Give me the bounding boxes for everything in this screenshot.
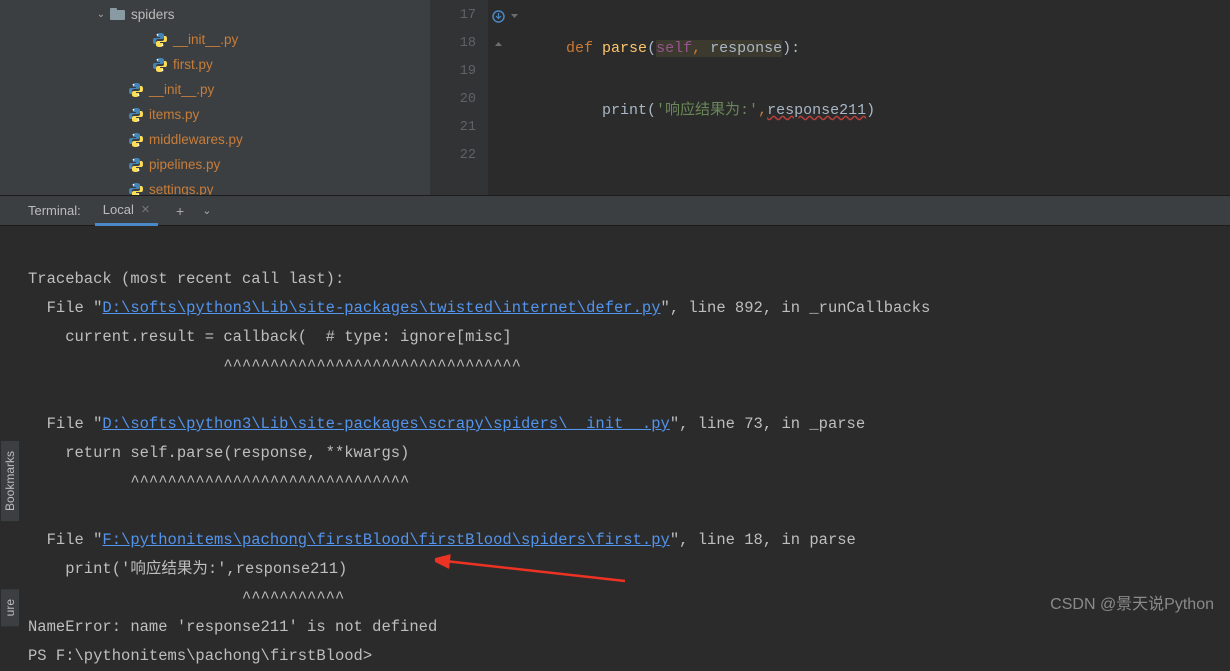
chevron-down-icon: ⌄ bbox=[96, 9, 106, 20]
watermark: CSDN @景天说Python bbox=[1050, 590, 1214, 614]
output-line: File " bbox=[28, 299, 102, 317]
output-prompt: PS F:\pythonitems\pachong\firstBlood> bbox=[28, 647, 372, 665]
collapse-icon[interactable] bbox=[508, 10, 521, 23]
chevron-down-icon[interactable]: ⌄ bbox=[202, 204, 211, 217]
line-number: 17 bbox=[430, 2, 488, 30]
output-line: File " bbox=[28, 415, 102, 433]
tree-file-first[interactable]: first.py bbox=[0, 52, 430, 77]
tree-file-items[interactable]: items.py bbox=[0, 102, 430, 127]
line-number: 20 bbox=[430, 86, 488, 114]
tab-label: Local bbox=[103, 202, 134, 217]
output-line: Traceback (most recent call last): bbox=[28, 270, 344, 288]
output-line: File " bbox=[28, 531, 102, 549]
python-file-icon bbox=[128, 132, 144, 148]
output-line: current.result = callback( # type: ignor… bbox=[28, 328, 512, 346]
line-number: 21 bbox=[430, 114, 488, 142]
tree-file-init[interactable]: __init__.py bbox=[0, 27, 430, 52]
code-editor[interactable]: 17 18 19 20 21 22 def parse(self, respon… bbox=[430, 0, 1230, 195]
side-tab-bookmarks[interactable]: Bookmarks bbox=[0, 440, 20, 522]
tree-label: middlewares.py bbox=[149, 132, 243, 147]
add-terminal-icon[interactable]: + bbox=[176, 203, 184, 219]
tree-file-pipelines[interactable]: pipelines.py bbox=[0, 152, 430, 177]
tree-label: first.py bbox=[173, 57, 213, 72]
side-tab-structure[interactable]: ure bbox=[0, 588, 20, 627]
tree-folder-spiders[interactable]: ⌄ spiders bbox=[0, 2, 430, 27]
terminal-title: Terminal: bbox=[28, 203, 81, 218]
line-number: 22 bbox=[430, 142, 488, 170]
tree-file-middlewares[interactable]: middlewares.py bbox=[0, 127, 430, 152]
python-file-icon bbox=[128, 82, 144, 98]
output-line: print('响应结果为:',response211) bbox=[28, 560, 347, 578]
tree-label: __init__.py bbox=[149, 82, 214, 97]
python-file-icon bbox=[152, 57, 168, 73]
output-line: ^^^^^^^^^^^ bbox=[28, 589, 344, 607]
file-link[interactable]: F:\pythonitems\pachong\firstBlood\firstB… bbox=[102, 531, 669, 549]
output-line: ^^^^^^^^^^^^^^^^^^^^^^^^^^^^^^ bbox=[28, 473, 409, 491]
python-file-icon bbox=[128, 107, 144, 123]
tree-label: settings.py bbox=[149, 182, 214, 195]
tree-label: __init__.py bbox=[173, 32, 238, 47]
terminal-tab-local[interactable]: Local ✕ bbox=[95, 196, 158, 226]
override-icon bbox=[492, 10, 505, 23]
tree-file-settings[interactable]: settings.py bbox=[0, 177, 430, 195]
gutter-marks bbox=[488, 0, 528, 195]
output-line: ^^^^^^^^^^^^^^^^^^^^^^^^^^^^^^^^ bbox=[28, 357, 521, 375]
tree-label: items.py bbox=[149, 107, 199, 122]
folder-icon bbox=[110, 8, 126, 22]
python-file-icon bbox=[128, 182, 144, 196]
output-line: NameError: name 'response211' is not def… bbox=[28, 618, 437, 636]
file-tree-sidebar[interactable]: ⌄ spiders __init__.py first.py __init__.… bbox=[0, 0, 430, 195]
line-number-gutter: 17 18 19 20 21 22 bbox=[430, 0, 488, 195]
python-file-icon bbox=[152, 32, 168, 48]
tree-label: spiders bbox=[131, 7, 175, 22]
tree-file-init2[interactable]: __init__.py bbox=[0, 77, 430, 102]
output-line: return self.parse(response, **kwargs) bbox=[28, 444, 409, 462]
tree-label: pipelines.py bbox=[149, 157, 220, 172]
line-number: 19 bbox=[430, 58, 488, 86]
python-file-icon bbox=[128, 157, 144, 173]
file-link[interactable]: D:\softs\python3\Lib\site-packages\scrap… bbox=[102, 415, 669, 433]
code-area[interactable]: def parse(self, response): print('响应结果为:… bbox=[530, 1, 875, 407]
line-number: 18 bbox=[430, 30, 488, 58]
collapse-end-icon[interactable] bbox=[492, 38, 505, 51]
close-icon[interactable]: ✕ bbox=[141, 203, 150, 216]
output-line: ", line 73, in _parse bbox=[670, 415, 865, 433]
output-line: ", line 18, in parse bbox=[670, 531, 856, 549]
